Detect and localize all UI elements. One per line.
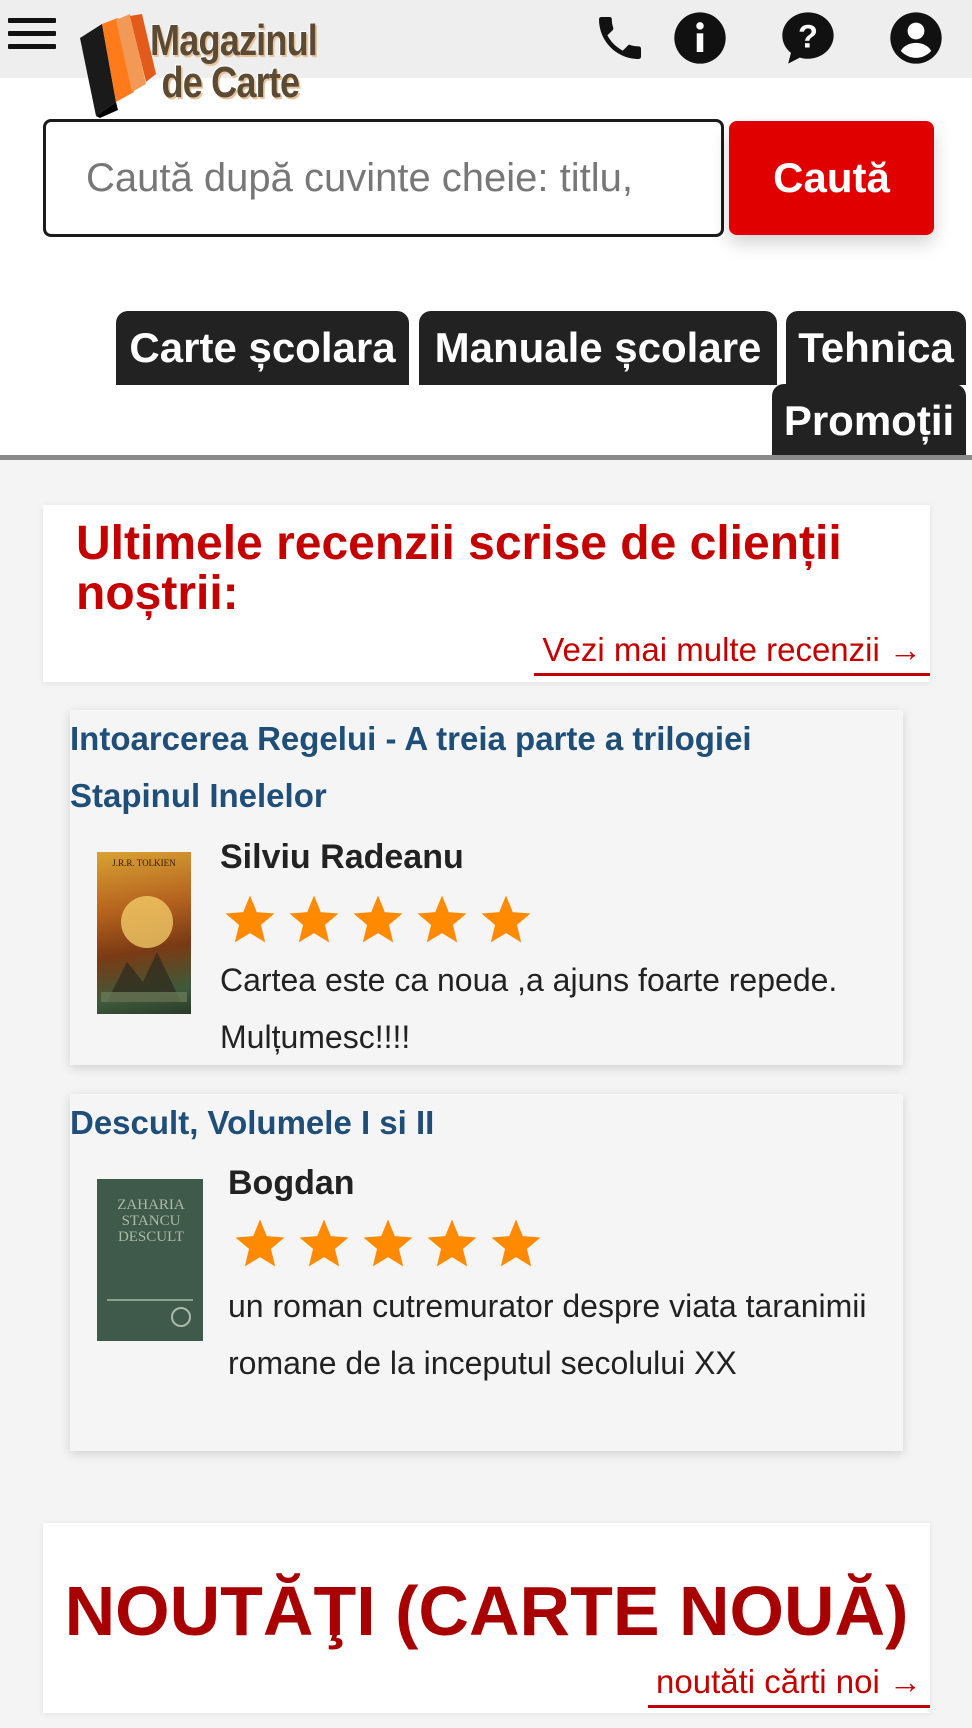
site-logo[interactable]: Magazinul de Carte — [72, 14, 332, 118]
review-book-title[interactable]: Descult, Volumele I si II — [70, 1094, 860, 1151]
star-icon — [427, 1219, 477, 1267]
more-reviews-link[interactable]: Vezi mai multe recenzii → — [534, 631, 930, 676]
book-cover-image[interactable]: J.R.R. TOLKIEN — [97, 852, 191, 1014]
cover-art — [101, 896, 187, 1002]
search-button[interactable]: Caută — [729, 121, 934, 235]
logo-line-2: de Carte — [161, 58, 300, 107]
tab-tehnica[interactable]: Tehnica — [786, 311, 966, 385]
new-books-link[interactable]: noutăti cărti noi → — [648, 1663, 930, 1708]
star-icon — [225, 895, 275, 943]
tab-manuale-scolare[interactable]: Manuale școlare — [419, 311, 777, 385]
rating-stars — [232, 1216, 544, 1272]
svg-text:?: ? — [798, 17, 818, 54]
info-icon[interactable] — [672, 10, 728, 66]
rating-stars — [222, 892, 534, 948]
account-icon[interactable] — [888, 10, 944, 66]
new-books-section: NOUTĂŢI (CARTE NOUĂ) noutăti cărti noi → — [43, 1523, 930, 1713]
cover-title: ZAHARIA STANCU DESCULT — [117, 1197, 185, 1245]
logo-line-1: Magazinul — [150, 16, 318, 65]
reviews-header: Ultimele recenzii scrise de clienții noș… — [43, 505, 930, 682]
reviews-title: Ultimele recenzii scrise de clienții noș… — [76, 517, 842, 620]
star-icon — [417, 895, 467, 943]
review-text: Cartea este ca noua ,a ajuns foarte repe… — [220, 962, 838, 1055]
star-icon — [235, 1219, 285, 1267]
star-icon — [481, 895, 531, 943]
reviewer-name: Silviu Radeanu — [220, 838, 464, 876]
tabs-divider — [0, 455, 972, 460]
star-icon — [289, 895, 339, 943]
logo-text: Magazinul de Carte — [150, 16, 318, 107]
review-book-title[interactable]: Intoarcerea Regelui - A treia parte a tr… — [70, 710, 860, 824]
help-icon[interactable]: ? — [780, 10, 836, 66]
review-text: un roman cutremurator despre viata taran… — [228, 1288, 867, 1381]
review-card: Descult, Volumele I si II ZAHARIA STANCU… — [70, 1094, 903, 1451]
star-icon — [491, 1219, 541, 1267]
menu-icon[interactable] — [8, 16, 56, 52]
reviewer-name: Bogdan — [228, 1164, 355, 1202]
review-card: Intoarcerea Regelui - A treia parte a tr… — [70, 710, 903, 1065]
tab-carte-scolara[interactable]: Carte școlara — [116, 311, 409, 385]
publisher-emblem-icon — [171, 1307, 191, 1327]
star-icon — [363, 1219, 413, 1267]
new-books-title: NOUTĂŢI (CARTE NOUĂ) — [64, 1572, 909, 1650]
star-icon — [353, 895, 403, 943]
cover-rule — [107, 1299, 193, 1301]
book-logo-icon — [80, 14, 156, 118]
book-cover-image[interactable]: ZAHARIA STANCU DESCULT — [97, 1179, 203, 1341]
phone-icon[interactable] — [592, 10, 648, 66]
search-input[interactable] — [43, 119, 724, 237]
tab-promotii[interactable]: Promoții — [772, 384, 966, 458]
star-icon — [299, 1219, 349, 1267]
page: Magazinul de Carte ? Caută Carte școlara… — [0, 0, 972, 1728]
